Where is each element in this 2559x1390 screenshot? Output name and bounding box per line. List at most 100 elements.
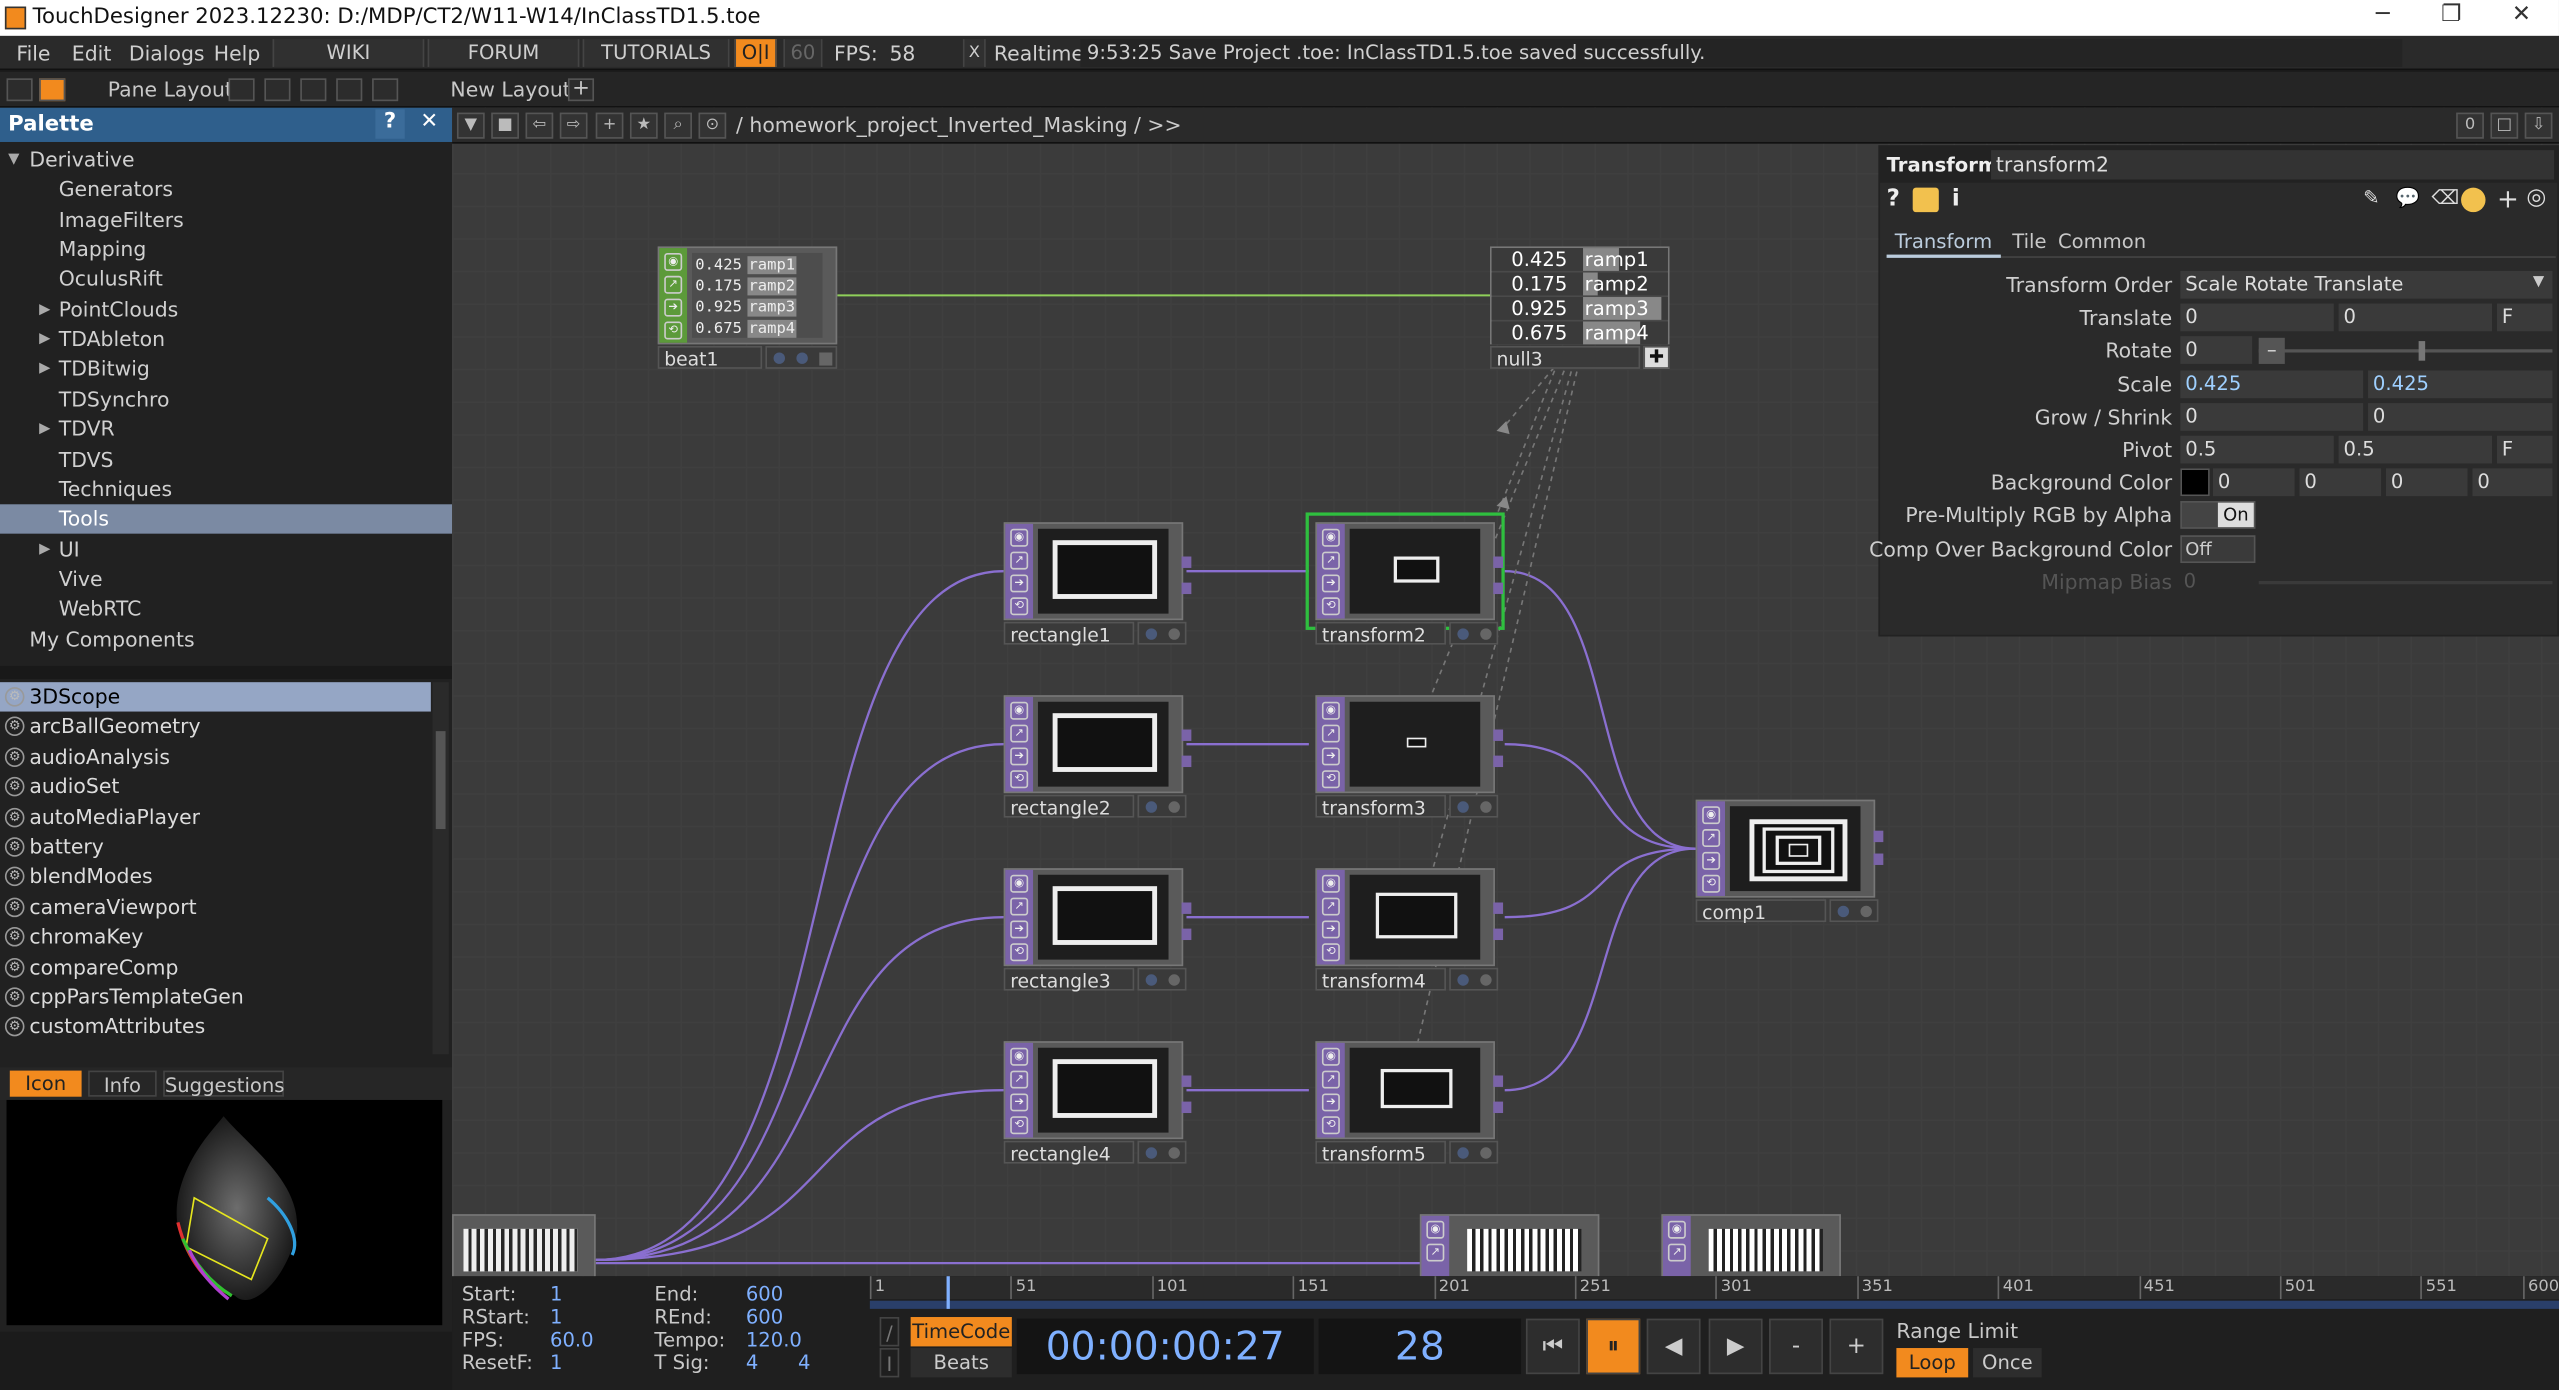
- bypass-icon[interactable]: ↗: [1321, 897, 1340, 916]
- display-icon[interactable]: ⟲: [1010, 770, 1029, 789]
- collapse-arrow-icon[interactable]: ▶: [39, 535, 50, 564]
- node-flags[interactable]: [1449, 794, 1499, 818]
- layout-three-button[interactable]: [336, 78, 363, 102]
- node-label[interactable]: transform3: [1315, 794, 1446, 819]
- wiki-button[interactable]: WIKI: [272, 39, 425, 67]
- op-name-field[interactable]: transform2: [1991, 150, 2555, 180]
- viewer-icon[interactable]: ◉: [664, 252, 683, 271]
- menu-file[interactable]: File: [16, 41, 50, 65]
- component-list-item[interactable]: ⚙ 3DScope: [0, 682, 431, 713]
- loop-button[interactable]: Loop: [1896, 1348, 1969, 1378]
- top-node[interactable]: ◉ ↗ ➔ ⟲ rectangle4: [1003, 1041, 1192, 1165]
- grow-y-field[interactable]: 0: [2368, 403, 2553, 431]
- menu-dialogs[interactable]: Dialogs: [129, 41, 205, 65]
- component-list-item[interactable]: ⚙ audioSet: [0, 772, 431, 802]
- bypass-icon[interactable]: ↗: [1010, 724, 1029, 743]
- component-list-item[interactable]: ⚙ audioAnalysis: [0, 742, 431, 772]
- lock-icon[interactable]: ➔: [1321, 747, 1340, 766]
- top-node[interactable]: ◉ ↗ ➔ ⟲ transform2: [1305, 512, 1505, 646]
- restore-button[interactable]: ❐: [2427, 2, 2476, 28]
- once-button[interactable]: Once: [1973, 1348, 2042, 1378]
- start-value[interactable]: 1: [550, 1283, 562, 1306]
- palette-tree-item[interactable]: ▶ TDVR: [0, 415, 452, 445]
- node-label[interactable]: rectangle4: [1003, 1140, 1135, 1165]
- comp-over-toggle[interactable]: Off: [2180, 535, 2256, 564]
- rstart-value[interactable]: 1: [550, 1306, 562, 1329]
- lock-icon[interactable]: ➔: [1321, 1093, 1340, 1112]
- node-flags[interactable]: [1137, 967, 1187, 991]
- node-label[interactable]: transform5: [1315, 1140, 1446, 1165]
- bypass-icon[interactable]: ↗: [1321, 724, 1340, 743]
- display-icon[interactable]: ⟲: [1321, 597, 1340, 616]
- beat1-node[interactable]: ◉ ↗ ➔ ⟲ 0.425 ramp1 0.175 ramp2 0.925 ramp3 0.675…: [657, 246, 838, 370]
- comp1-label[interactable]: comp1: [1695, 899, 1827, 924]
- display-icon[interactable]: ⟲: [1010, 1116, 1029, 1135]
- lock-icon[interactable]: ➔: [1010, 1093, 1029, 1112]
- grow-x-field[interactable]: 0: [2180, 403, 2364, 431]
- eraser-icon[interactable]: ⌫: [2432, 186, 2460, 209]
- bypass-icon[interactable]: ↗: [1321, 551, 1340, 570]
- lock-icon[interactable]: ➔: [1010, 747, 1029, 766]
- top-node[interactable]: ◉ ↗ ➔ ⟲ rectangle3: [1003, 868, 1192, 992]
- bypass-icon[interactable]: ↗: [1010, 1070, 1029, 1089]
- pause-button[interactable]: ⏸: [1586, 1318, 1641, 1375]
- collapse-arrow-icon[interactable]: ▶: [39, 295, 50, 324]
- info-icon[interactable]: i: [1952, 186, 1960, 212]
- pivot-y-field[interactable]: 0.5: [2338, 435, 2493, 464]
- perform-mode-toggle[interactable]: O|I: [734, 39, 777, 67]
- realtime-checkbox[interactable]: X: [962, 39, 986, 67]
- null3-label[interactable]: null3: [1490, 345, 1641, 370]
- display-icon[interactable]: ⟲: [1010, 943, 1029, 962]
- pane-icon[interactable]: [6, 78, 33, 102]
- minimize-button[interactable]: ─: [2358, 2, 2407, 28]
- tsig-denominator[interactable]: 4: [798, 1351, 810, 1374]
- palette-tree-item[interactable]: Mapping: [0, 235, 452, 265]
- beats-mode-button[interactable]: Beats: [910, 1348, 1012, 1378]
- palette-tree-item[interactable]: Techniques: [0, 475, 452, 505]
- pivot-unit-menu[interactable]: F: [2496, 435, 2553, 464]
- slower-button[interactable]: -: [1769, 1318, 1823, 1375]
- rewind-button[interactable]: ⏮: [1525, 1318, 1580, 1375]
- lock-icon[interactable]: ➔: [1321, 574, 1340, 593]
- component-list-item[interactable]: ⚙ compareComp: [0, 952, 431, 982]
- python-help-icon[interactable]: [1912, 187, 1939, 213]
- target-icon[interactable]: ◎: [2526, 184, 2546, 210]
- timeline-range[interactable]: [869, 1300, 2559, 1309]
- null3-add-button[interactable]: ✚: [1643, 345, 1670, 369]
- palette-tree-item[interactable]: Generators: [0, 175, 452, 205]
- display-icon[interactable]: ⟲: [1321, 770, 1340, 789]
- tutorials-button[interactable]: TUTORIALS: [582, 39, 730, 67]
- node-label[interactable]: rectangle3: [1003, 967, 1135, 992]
- component-list-item[interactable]: ⚙ customAttributes: [0, 1012, 431, 1042]
- premult-toggle[interactable]: On: [2180, 501, 2256, 529]
- lock-icon[interactable]: ➔: [1321, 920, 1340, 939]
- bypass-icon[interactable]: ↗: [1010, 897, 1029, 916]
- top-node[interactable]: ◉ ↗ ➔ ⟲ transform3: [1315, 695, 1504, 819]
- timeline-ruler[interactable]: 1 51 101 151 201 251 301 351 401 451 501 551 600: [869, 1276, 2559, 1300]
- close-window-button[interactable]: ✕: [2497, 2, 2546, 28]
- menu-edit[interactable]: Edit: [72, 41, 112, 65]
- faster-button[interactable]: +: [1829, 1318, 1884, 1375]
- bottom-node-2[interactable]: ◉ ↗: [1661, 1214, 1841, 1277]
- bg-color-swatch[interactable]: [2180, 468, 2210, 497]
- viewer-icon[interactable]: ◉: [1321, 528, 1340, 547]
- expand-arrow-icon[interactable]: ▼: [8, 145, 19, 174]
- scale-x-field[interactable]: 0.425: [2180, 370, 2364, 399]
- palette-tree-item[interactable]: ▼ Derivative: [0, 145, 452, 175]
- timecode-display[interactable]: 00:00:00:27: [1016, 1318, 1314, 1375]
- component-list-item[interactable]: ⚙ cppParsTemplateGen: [0, 982, 431, 1012]
- component-list-item[interactable]: ⚙ cameraViewport: [0, 892, 431, 922]
- display-icon[interactable]: ⟲: [1321, 943, 1340, 962]
- layout-single-button[interactable]: [228, 78, 255, 102]
- tab-icon[interactable]: Icon: [9, 1070, 82, 1097]
- bg-color-b-field[interactable]: 0: [2385, 468, 2468, 497]
- palette-tree-item[interactable]: ▶ PointClouds: [0, 295, 452, 325]
- collapse-arrow-icon[interactable]: ▶: [39, 415, 50, 444]
- viewer-icon[interactable]: ◉: [1321, 1047, 1340, 1066]
- bottom-node-1[interactable]: ◉ ↗: [1419, 1214, 1600, 1277]
- beat1-label[interactable]: beat1: [657, 345, 763, 370]
- edit-icon[interactable]: ✎: [2363, 186, 2379, 209]
- timeline-info-icon[interactable]: I: [879, 1348, 900, 1378]
- node-label[interactable]: rectangle2: [1003, 794, 1135, 819]
- tempo-value[interactable]: 120.0: [746, 1328, 802, 1351]
